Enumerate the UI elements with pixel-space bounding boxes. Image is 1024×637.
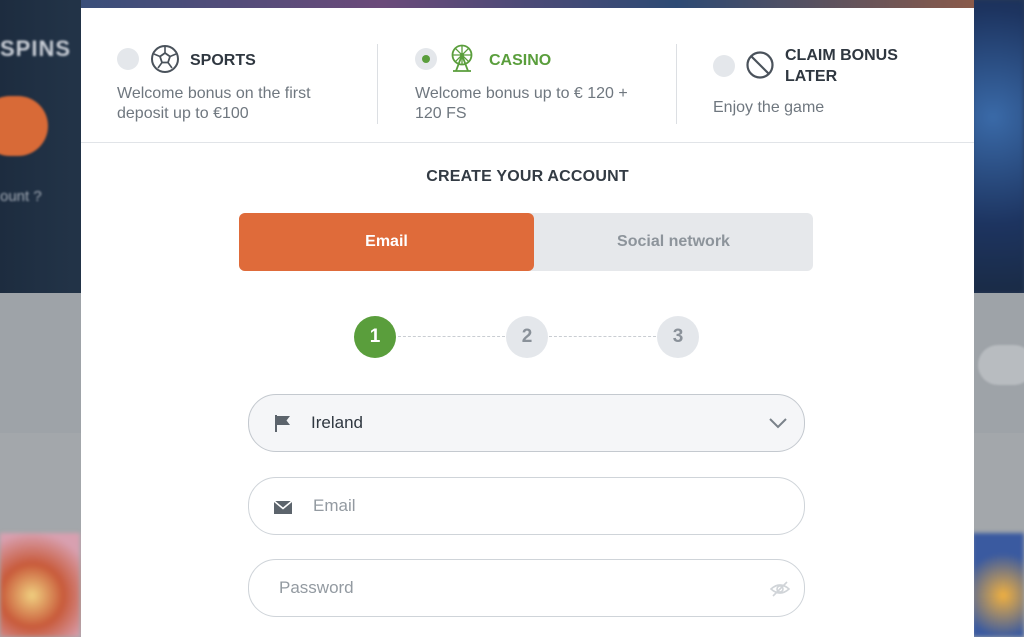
chevron-down-icon bbox=[769, 418, 787, 429]
country-value: Ireland bbox=[311, 413, 363, 432]
step-connector bbox=[398, 336, 505, 337]
registration-stepper: 1 2 3 bbox=[354, 316, 699, 358]
soccer-ball-icon bbox=[151, 45, 179, 73]
step-3: 3 bbox=[657, 316, 699, 358]
background-account-text: ount ? bbox=[0, 188, 42, 205]
eye-icon[interactable] bbox=[770, 580, 790, 598]
password-field-wrapper bbox=[248, 559, 805, 617]
bonus-desc-casino: Welcome bonus up to € 120 + 120 FS bbox=[415, 85, 628, 122]
envelope-icon bbox=[273, 500, 293, 514]
bonus-desc-claim-later: Enjoy the game bbox=[713, 99, 825, 116]
background-spins-text: SPINS bbox=[0, 36, 72, 61]
no-entry-icon bbox=[746, 51, 774, 79]
form-title: CREATE YOUR ACCOUNT bbox=[426, 168, 629, 185]
bonus-radio-claim-later[interactable] bbox=[713, 55, 735, 77]
background-game-tile bbox=[0, 533, 80, 637]
email-field-wrapper bbox=[248, 477, 805, 535]
bonus-desc-sports: Welcome bonus on the first deposit up to… bbox=[117, 85, 311, 122]
bonus-option-casino[interactable]: CASINO Welcome bonus up to € 120 + 120 F… bbox=[378, 8, 676, 142]
bonus-radio-casino[interactable] bbox=[415, 48, 437, 70]
tab-email[interactable]: Email bbox=[239, 213, 534, 271]
bonus-title-casino: CASINO bbox=[489, 52, 552, 69]
password-field[interactable] bbox=[277, 560, 761, 616]
step-1: 1 bbox=[354, 316, 396, 358]
background-art bbox=[972, 0, 1024, 293]
modal-banner bbox=[81, 0, 974, 8]
email-field[interactable] bbox=[311, 478, 785, 534]
bonus-title-sports: SPORTS bbox=[190, 52, 256, 69]
background-search bbox=[978, 345, 1024, 385]
step-2: 2 bbox=[506, 316, 548, 358]
step-connector bbox=[549, 336, 656, 337]
registration-modal: SPORTS Welcome bonus on the first deposi… bbox=[81, 0, 974, 637]
country-select[interactable]: Ireland bbox=[248, 394, 805, 452]
ferris-wheel-icon bbox=[451, 44, 473, 72]
bonus-title-claim-later: CLAIM BONUS LATER bbox=[785, 47, 898, 85]
auth-method-tabs: Email Social network bbox=[239, 213, 813, 271]
tab-social-network[interactable]: Social network bbox=[534, 213, 813, 271]
bonus-radio-sports[interactable] bbox=[117, 48, 139, 70]
bonus-selector: SPORTS Welcome bonus on the first deposi… bbox=[81, 8, 974, 143]
flag-icon bbox=[275, 415, 290, 432]
bonus-option-claim-later[interactable]: CLAIM BONUS LATER Enjoy the game bbox=[676, 8, 974, 142]
bonus-option-sports[interactable]: SPORTS Welcome bonus on the first deposi… bbox=[81, 8, 378, 142]
background-game-tile bbox=[972, 533, 1024, 637]
